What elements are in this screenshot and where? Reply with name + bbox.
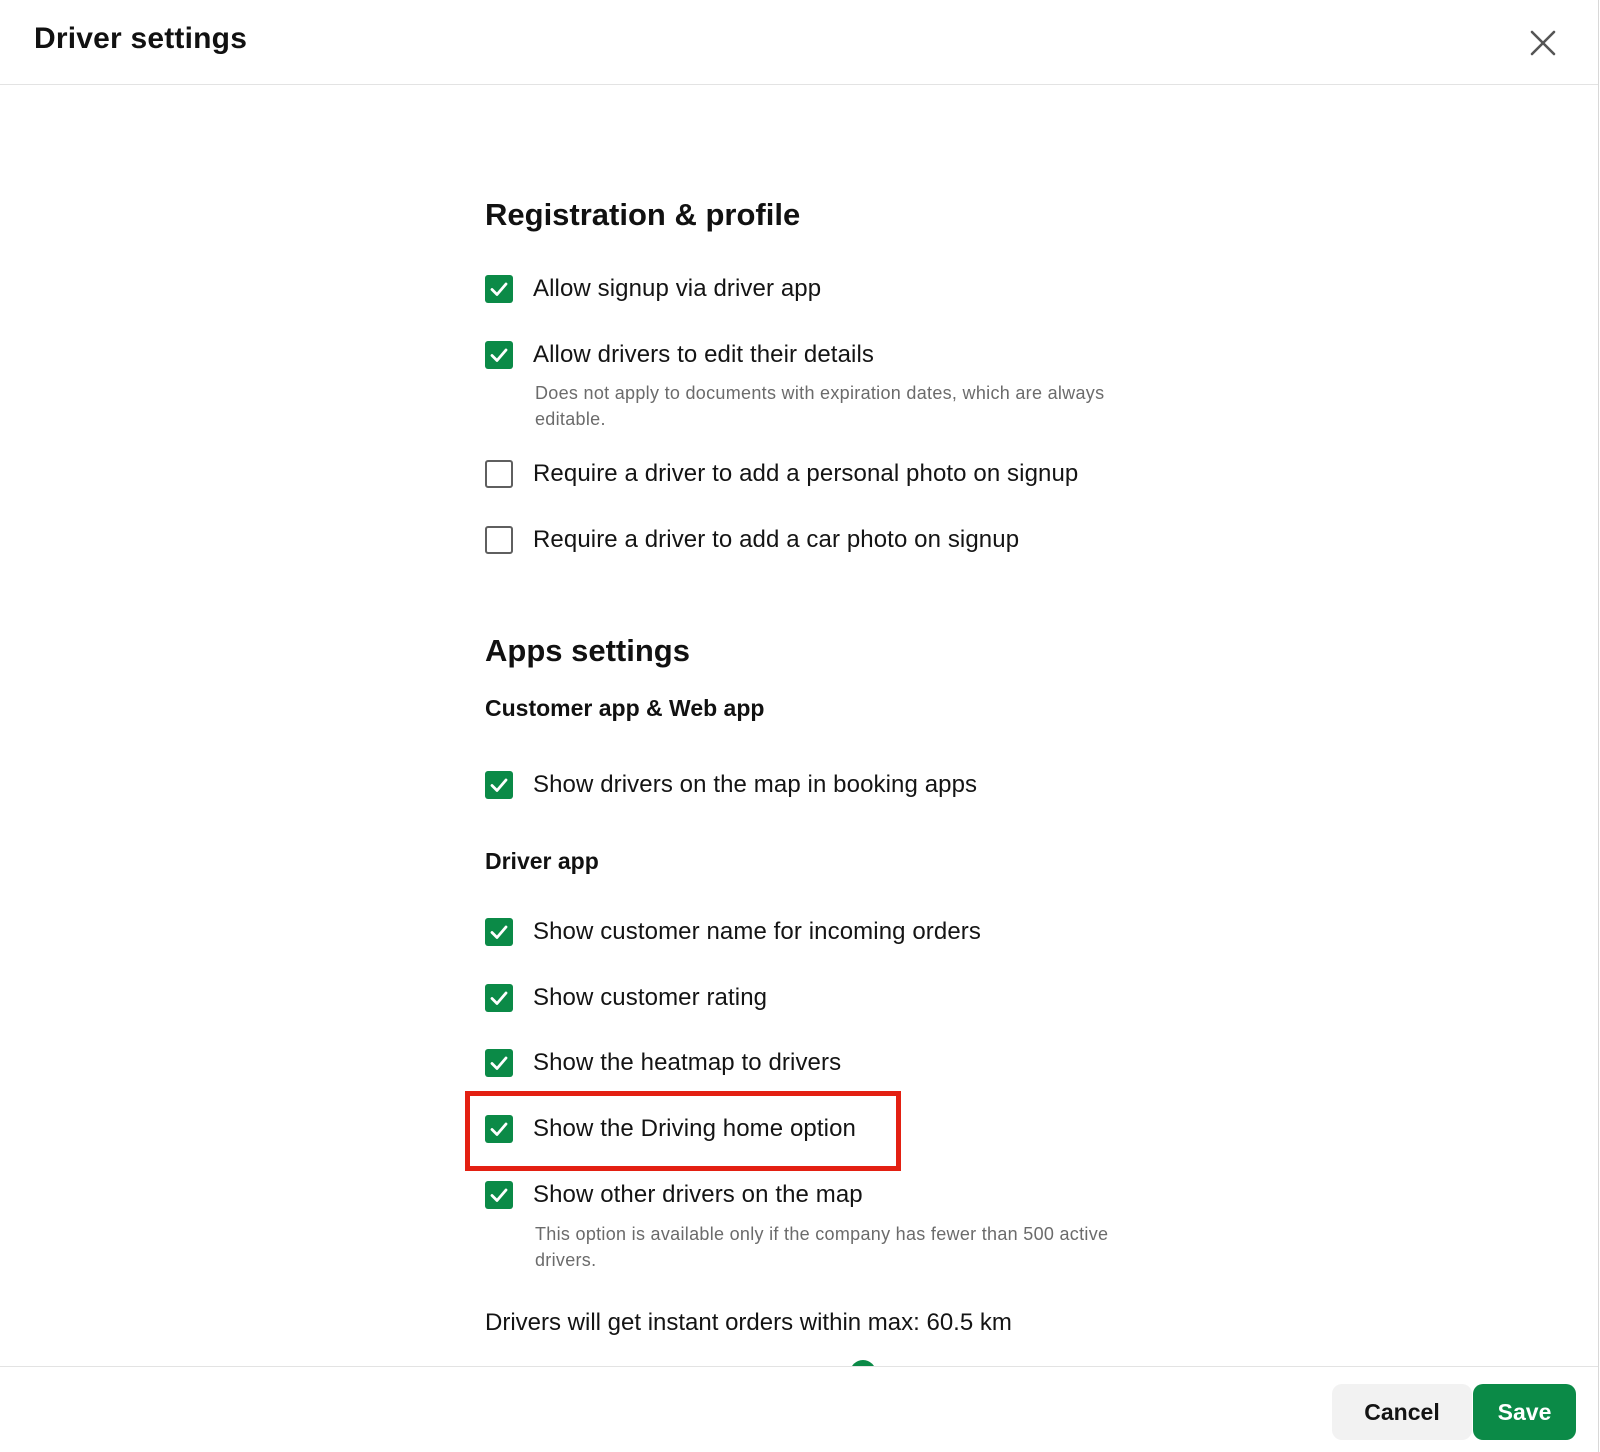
checkbox-checked[interactable] — [485, 1115, 513, 1143]
checkbox-unchecked[interactable] — [485, 526, 513, 554]
section-title-apps: Apps settings — [485, 633, 690, 668]
subsection-title-customer-app: Customer app & Web app — [485, 695, 765, 721]
option-label: Show the Driving home option — [533, 1115, 856, 1142]
option-label: Show other drivers on the map — [533, 1181, 863, 1208]
option-label: Show customer rating — [533, 984, 768, 1011]
option-label: Show customer name for incoming orders — [533, 918, 981, 945]
option-allow-signup[interactable]: Allow signup via driver app — [485, 273, 821, 305]
option-label: Show drivers on the map in booking apps — [533, 771, 978, 798]
checkbox-checked[interactable] — [485, 984, 513, 1012]
option-label: Require a driver to add a personal photo… — [533, 460, 1079, 487]
option-show-customer-rating[interactable]: Show customer rating — [485, 982, 767, 1014]
checkbox-checked[interactable] — [485, 771, 513, 799]
instant-orders-distance-label: Drivers will get instant orders within m… — [485, 1309, 1012, 1336]
dialog-footer: Cancel Save — [0, 1366, 1598, 1452]
dialog-title: Driver settings — [34, 22, 248, 55]
checkbox-checked[interactable] — [485, 275, 513, 303]
option-hint: Does not apply to documents with expirat… — [535, 383, 1105, 429]
option-edit-details[interactable]: Allow drivers to edit their details — [485, 339, 874, 371]
option-label: Require a driver to add a car photo on s… — [533, 526, 1020, 553]
cancel-button[interactable]: Cancel — [1332, 1384, 1472, 1440]
check-icon — [490, 925, 508, 939]
check-icon — [490, 778, 508, 792]
option-show-drivers-map[interactable]: Show drivers on the map in booking apps — [485, 769, 977, 801]
option-require-car-photo[interactable]: Require a driver to add a car photo on s… — [485, 524, 1019, 556]
save-button[interactable]: Save — [1473, 1384, 1576, 1440]
option-require-personal-photo[interactable]: Require a driver to add a personal photo… — [485, 458, 1078, 490]
check-icon — [490, 348, 508, 362]
check-icon — [490, 1122, 508, 1136]
option-show-heatmap[interactable]: Show the heatmap to drivers — [485, 1047, 841, 1079]
option-show-customer-name[interactable]: Show customer name for incoming orders — [485, 916, 981, 948]
option-hint: This option is available only if the com… — [535, 1224, 1109, 1270]
checkbox-checked[interactable] — [485, 1049, 513, 1077]
section-title-registration: Registration & profile — [485, 197, 801, 232]
check-icon — [490, 1188, 508, 1202]
option-label: Allow signup via driver app — [533, 275, 822, 302]
close-icon — [1530, 30, 1556, 56]
checkbox-checked[interactable] — [485, 918, 513, 946]
subsection-title-driver-app: Driver app — [485, 848, 599, 874]
checkbox-checked[interactable] — [485, 1181, 513, 1209]
option-label: Allow drivers to edit their details — [533, 341, 874, 368]
option-show-other-drivers[interactable]: Show other drivers on the map — [485, 1179, 863, 1211]
check-icon — [490, 991, 508, 1005]
checkbox-unchecked[interactable] — [485, 460, 513, 488]
checkbox-checked[interactable] — [485, 341, 513, 369]
option-show-driving-home[interactable]: Show the Driving home option — [485, 1113, 856, 1145]
option-label: Show the heatmap to drivers — [533, 1049, 842, 1076]
close-button[interactable] — [1526, 26, 1560, 60]
check-icon — [490, 1056, 508, 1070]
dialog-header: Driver settings — [0, 0, 1598, 85]
driver-settings-dialog: Driver settings Registration & profile A… — [0, 0, 1599, 1452]
check-icon — [490, 282, 508, 296]
